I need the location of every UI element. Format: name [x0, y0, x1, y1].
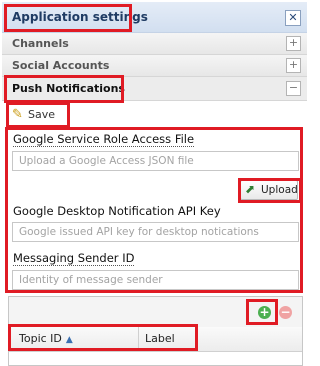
google-role-label: Google Service Role Access File: [13, 132, 195, 147]
desktop-key-input[interactable]: Google issued API key for desktop notica…: [12, 222, 299, 242]
expand-icon[interactable]: +: [286, 58, 301, 73]
section-channels[interactable]: Channels +: [2, 33, 307, 55]
section-social-accounts[interactable]: Social Accounts +: [2, 55, 307, 77]
delete-icon[interactable]: −: [279, 306, 292, 319]
google-role-input[interactable]: Upload a Google Access JSON file: [12, 151, 299, 171]
collapse-icon[interactable]: −: [286, 81, 301, 96]
highlight-push-section: [4, 75, 124, 103]
sender-id-label: Messaging Sender ID: [13, 251, 135, 266]
highlight-add: [246, 299, 278, 325]
expand-icon[interactable]: +: [286, 36, 301, 51]
sender-id-input[interactable]: Identity of message sender: [12, 270, 299, 290]
highlight-upload: [238, 178, 302, 203]
desktop-key-label: Google Desktop Notification API Key: [13, 204, 221, 218]
section-label: Social Accounts: [12, 59, 110, 72]
section-label: Channels: [12, 37, 69, 50]
highlight-title: [4, 4, 132, 32]
application-settings-panel: Application settings ✕ Channels + Social…: [0, 0, 309, 366]
highlight-grid-header: [8, 324, 198, 351]
close-icon[interactable]: ✕: [285, 10, 301, 26]
highlight-save: [6, 102, 70, 128]
